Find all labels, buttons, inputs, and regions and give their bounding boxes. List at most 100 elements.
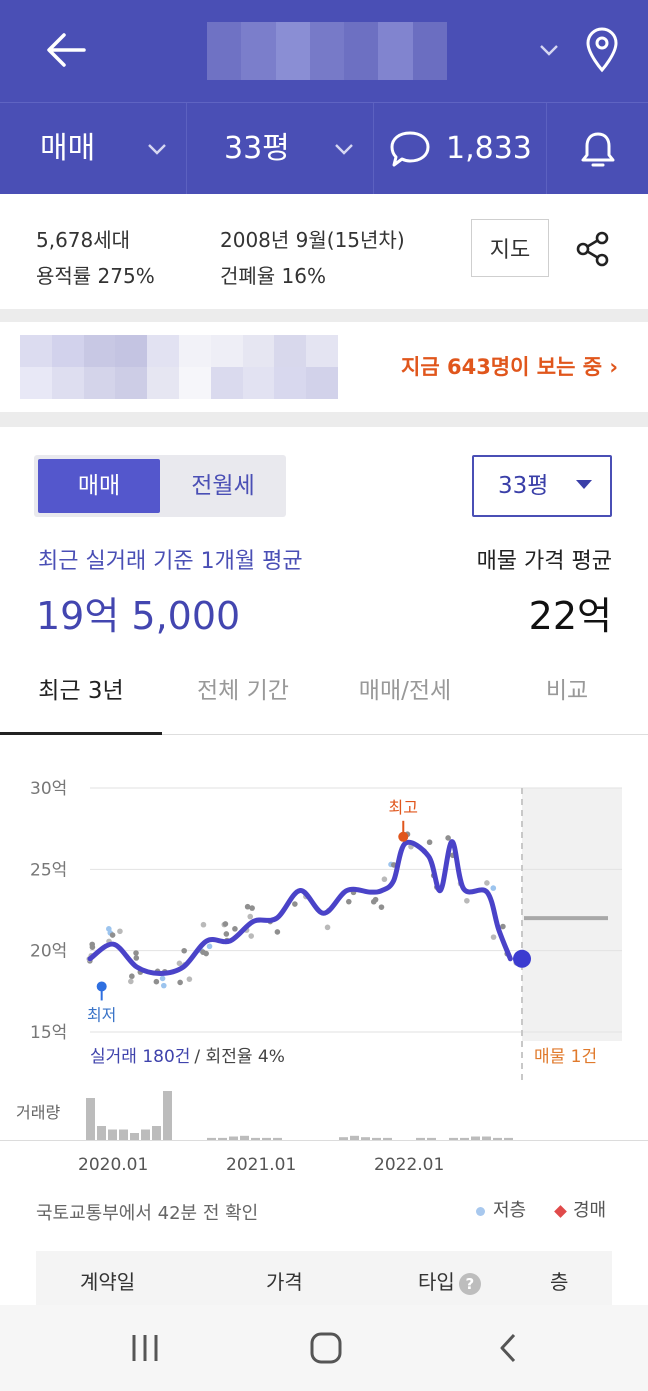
period-tabs: 최근 3년 전체 기간 매매/전세 비교 [0, 659, 648, 735]
high-point [398, 831, 409, 842]
col-floor[interactable]: 층 [550, 1251, 568, 1313]
chevron-down-icon[interactable] [333, 140, 355, 158]
map-button[interactable]: 지도 [471, 219, 549, 277]
x-tick: 2020.01 [78, 1155, 149, 1175]
toggle-sale[interactable]: 매매 [38, 459, 160, 513]
blur-block [178, 335, 211, 367]
trade-dot [381, 876, 388, 883]
legend-auction-text: 경매 [573, 1200, 607, 1221]
volume-bar [119, 1129, 128, 1140]
trade-dot [200, 921, 207, 928]
col-price[interactable]: 가격 [266, 1251, 303, 1313]
building-coverage: 건폐율 16% [220, 264, 327, 288]
size-selector[interactable]: 33평 [224, 103, 290, 195]
trade-dot [206, 943, 213, 950]
tab-recent-3y[interactable]: 최근 3년 [0, 659, 162, 735]
blur-block [51, 367, 84, 399]
filter-bar: 매매 33평 1,833 [0, 102, 648, 195]
share-icon[interactable] [574, 230, 612, 268]
col-contract-date[interactable]: 계약일 [80, 1251, 135, 1313]
volume-bar [152, 1126, 161, 1140]
trade-dot [372, 896, 379, 903]
volume-bar [141, 1129, 150, 1140]
trade-dot [186, 976, 193, 982]
trade-dot [484, 880, 490, 886]
trade-count: 실거래 180건 [90, 1047, 190, 1067]
size-dropdown-value: 33평 [498, 473, 549, 499]
price-chart[interactable]: 30억 25억 20억 15억 최고 최저 실거래 180건 / 회전율 4% 매물 1… [0, 742, 648, 1140]
viewers-count[interactable]: 지금 643명이 보는 중 › [401, 322, 618, 412]
chevron-down-icon[interactable] [538, 40, 560, 60]
low-floor-dot-icon [476, 1206, 485, 1216]
trade-dot [176, 960, 183, 967]
blur-block [115, 335, 148, 367]
trade-dot [200, 949, 206, 955]
viewers-banner[interactable]: 지금 643명이 보는 중 › [0, 322, 648, 412]
listing-count: 매물 1건 [534, 1047, 597, 1067]
volume-bar [130, 1133, 139, 1140]
blur-block [147, 335, 179, 367]
trade-dot [133, 955, 140, 961]
trade-dot [153, 978, 160, 985]
question-circle-icon[interactable]: ? [458, 1272, 481, 1295]
caret-down-icon [576, 480, 592, 489]
blur-block [309, 22, 345, 80]
trade-dot [222, 921, 229, 927]
x-tick: 2022.01 [374, 1155, 445, 1175]
trade-dot [324, 924, 331, 931]
volume-bar [97, 1126, 106, 1140]
trade-dot [490, 934, 497, 940]
map-pin-icon[interactable] [582, 26, 622, 74]
trade-dot [223, 931, 230, 937]
nav-back-icon[interactable] [486, 1325, 532, 1371]
listing-area [522, 788, 622, 1041]
auction-diamond-icon [554, 1204, 567, 1218]
y-tick: 20억 [30, 942, 67, 962]
bell-icon[interactable] [578, 129, 618, 171]
col-type[interactable]: 타입? [418, 1251, 481, 1313]
trade-dot [445, 835, 451, 841]
blur-block [51, 335, 84, 367]
tab-sale-jeonse[interactable]: 매매/전세 [324, 659, 486, 735]
low-label: 최저 [87, 1005, 116, 1024]
price-trend-line [87, 839, 513, 976]
trade-dot [159, 975, 166, 982]
legend-auction: 경매 [554, 1196, 607, 1222]
blur-block [378, 22, 413, 80]
blur-block [344, 22, 379, 80]
trade-dot [133, 950, 139, 956]
trade-dot [117, 928, 123, 935]
tab-compare[interactable]: 비교 [486, 659, 648, 735]
chat-bubble-icon[interactable] [388, 129, 432, 169]
trade-dot [274, 929, 281, 935]
size-dropdown[interactable]: 33평 [472, 455, 612, 517]
latest-point[interactable] [513, 949, 531, 968]
trade-dot [244, 903, 251, 910]
home-icon[interactable] [303, 1325, 349, 1371]
blur-block [412, 22, 447, 80]
y-tick: 30억 [30, 779, 67, 799]
volume-bar [86, 1098, 95, 1140]
recent-apps-icon[interactable] [122, 1325, 168, 1371]
trade-type-selector[interactable]: 매매 [40, 103, 95, 195]
high-label: 최고 [389, 798, 418, 817]
blur-block [178, 367, 211, 399]
system-nav-bar [0, 1305, 648, 1391]
low-point [96, 981, 107, 992]
trade-dot [232, 926, 238, 932]
complex-name-blurred[interactable] [207, 22, 447, 80]
trade-dot [464, 897, 470, 904]
blur-block [274, 367, 307, 399]
floor-area-ratio: 용적률 275% [36, 264, 155, 288]
blur-block [306, 335, 338, 367]
tab-all-period[interactable]: 전체 기간 [162, 659, 324, 735]
chevron-down-icon[interactable] [146, 140, 168, 158]
trade-dot [128, 978, 134, 985]
comment-count[interactable]: 1,833 [446, 103, 532, 195]
blur-block [241, 22, 276, 80]
arrow-left-icon[interactable] [40, 24, 92, 76]
volume-bar [108, 1129, 117, 1140]
trade-toggle: 매매 전월세 [34, 455, 286, 517]
blur-block [83, 335, 116, 367]
toggle-rent[interactable]: 전월세 [164, 459, 282, 513]
